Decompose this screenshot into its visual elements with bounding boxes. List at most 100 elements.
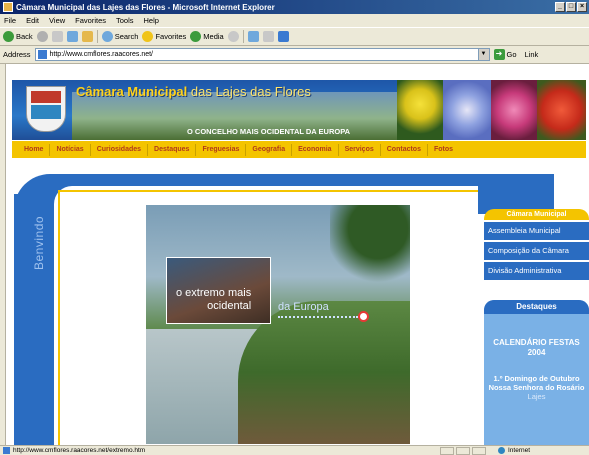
site-title: Câmara Municipal das Lajes das Flores bbox=[76, 84, 311, 99]
status-cell bbox=[456, 447, 470, 455]
page-icon bbox=[37, 50, 47, 59]
chevron-down-icon[interactable]: ▼ bbox=[477, 49, 489, 60]
edit-icon[interactable] bbox=[277, 31, 289, 42]
nav-economia[interactable]: Economia bbox=[292, 143, 339, 156]
nav-destaques[interactable]: Destaques bbox=[148, 143, 197, 156]
camara-menu-heading: Câmara Municipal bbox=[484, 209, 589, 220]
menu-edit[interactable]: Edit bbox=[26, 16, 39, 25]
site-banner: Câmara Municipal das Lajes das Flores O … bbox=[12, 80, 586, 140]
toolbar-separator bbox=[242, 30, 244, 43]
event-place: Lajes bbox=[527, 392, 546, 401]
photo-caption-line1: o extremo mais bbox=[176, 287, 252, 299]
zone-label: Internet bbox=[508, 447, 531, 454]
back-label: Back bbox=[16, 32, 33, 41]
forward-button[interactable] bbox=[36, 31, 48, 42]
mail-icon[interactable] bbox=[247, 31, 259, 42]
toolbar-separator bbox=[96, 30, 98, 43]
window-controls: _ □ × bbox=[555, 2, 587, 12]
search-label: Search bbox=[114, 32, 139, 41]
history-icon[interactable] bbox=[227, 31, 239, 42]
status-bar: http://www.cmflores.raacores.net/extremo… bbox=[0, 445, 589, 455]
star-icon bbox=[142, 31, 154, 42]
address-url: http://www.cmflores.raacores.net/ bbox=[49, 51, 153, 58]
media-button[interactable]: Media bbox=[190, 31, 224, 42]
divider-line bbox=[58, 190, 60, 445]
address-field[interactable]: http://www.cmflores.raacores.net/ ▼ bbox=[34, 48, 490, 61]
target-marker-icon bbox=[358, 311, 369, 322]
ie-icon bbox=[3, 2, 13, 12]
refresh-icon[interactable] bbox=[66, 31, 78, 42]
minimize-button[interactable]: _ bbox=[555, 2, 565, 12]
nav-servicos[interactable]: Serviços bbox=[339, 143, 381, 156]
photo-caption-blue: da Europa bbox=[278, 301, 329, 313]
flower-photo-pink bbox=[491, 80, 537, 140]
menu-tools[interactable]: Tools bbox=[116, 16, 134, 25]
status-cell bbox=[472, 447, 486, 455]
menu-view[interactable]: View bbox=[49, 16, 65, 25]
site-title-rest: das Lajes das Flores bbox=[187, 84, 311, 99]
event-text: 1.º Domingo de Outubro Nossa Senhora do … bbox=[488, 374, 585, 392]
link-divisao-administrativa[interactable]: Divisão Administrativa bbox=[484, 262, 589, 280]
window-title-bar: Câmara Municipal das Lajes das Flores - … bbox=[0, 0, 589, 14]
address-bar: Address http://www.cmflores.raacores.net… bbox=[0, 46, 589, 64]
menu-favorites[interactable]: Favorites bbox=[75, 16, 106, 25]
extremo-photo-link[interactable]: o extremo mais ocidental da Europa bbox=[146, 205, 410, 444]
status-cell bbox=[440, 447, 454, 455]
security-zone: Internet bbox=[498, 447, 530, 454]
nav-freguesias[interactable]: Freguesias bbox=[196, 143, 247, 156]
go-arrow-icon: ➜ bbox=[493, 49, 505, 60]
home-icon[interactable] bbox=[81, 31, 93, 42]
maximize-button[interactable]: □ bbox=[566, 2, 576, 12]
back-arrow-icon bbox=[3, 31, 14, 42]
flower-photo-red bbox=[537, 80, 586, 140]
status-text: http://www.cmflores.raacores.net/extremo… bbox=[13, 447, 146, 454]
nav-geografia[interactable]: Geografia bbox=[246, 143, 293, 156]
back-button[interactable]: Back bbox=[3, 31, 33, 42]
go-label: Go bbox=[506, 50, 517, 59]
menu-help[interactable]: Help bbox=[144, 16, 159, 25]
welcome-vertical-text: Benvindo bbox=[18, 208, 54, 288]
nav-noticias[interactable]: Notícias bbox=[50, 143, 91, 156]
address-label: Address bbox=[3, 50, 31, 59]
welcome-label: Benvindo bbox=[32, 215, 46, 270]
flower-photo-hydrangea bbox=[443, 80, 491, 140]
links-label[interactable]: Link bbox=[525, 50, 539, 59]
link-assembleia-municipal[interactable]: Assembleia Municipal bbox=[484, 222, 589, 240]
forward-arrow-icon bbox=[36, 31, 48, 42]
standard-toolbar: Back Search Favorites Media bbox=[0, 27, 589, 46]
municipal-crest bbox=[26, 86, 66, 132]
close-button[interactable]: × bbox=[577, 2, 587, 12]
print-icon[interactable] bbox=[262, 31, 274, 42]
media-icon bbox=[190, 31, 202, 42]
calendar-link[interactable]: CALENDÁRIO FESTAS 2004 bbox=[484, 338, 589, 358]
page-icon bbox=[3, 447, 10, 454]
status-cells bbox=[440, 447, 486, 455]
divider-line bbox=[58, 190, 478, 192]
stop-icon[interactable] bbox=[51, 31, 63, 42]
search-button[interactable]: Search bbox=[101, 31, 139, 42]
globe-icon bbox=[498, 447, 505, 454]
photo-caption-line2: ocidental bbox=[207, 300, 252, 312]
destaques-heading: Destaques bbox=[484, 300, 589, 314]
favorites-button[interactable]: Favorites bbox=[142, 31, 186, 42]
destaques-panel: Destaques CALENDÁRIO FESTAS 2004 1.º Dom… bbox=[484, 300, 589, 445]
menu-file[interactable]: File bbox=[4, 16, 16, 25]
nav-home[interactable]: Home bbox=[18, 143, 51, 156]
site-slogan: O CONCELHO MAIS OCIDENTAL DA EUROPA bbox=[187, 127, 351, 136]
photo-caption: o extremo mais ocidental bbox=[176, 287, 251, 313]
nav-contactos[interactable]: Contactos bbox=[381, 143, 428, 156]
search-icon bbox=[101, 31, 113, 42]
window-title: Câmara Municipal das Lajes das Flores - … bbox=[16, 2, 275, 12]
link-composicao-camara[interactable]: Composição da Câmara bbox=[484, 242, 589, 260]
media-label: Media bbox=[203, 32, 224, 41]
go-button[interactable]: ➜ Go bbox=[493, 49, 517, 60]
tree-foliage bbox=[330, 205, 410, 285]
nav-curiosidades[interactable]: Curiosidades bbox=[91, 143, 149, 156]
site-title-main: Câmara Municipal bbox=[76, 84, 188, 99]
flower-photo-yellow bbox=[397, 80, 443, 140]
dotted-line bbox=[278, 316, 358, 318]
menu-bar: File Edit View Favorites Tools Help bbox=[0, 14, 589, 27]
favorites-label: Favorites bbox=[155, 32, 187, 41]
nav-fotos[interactable]: Fotos bbox=[428, 144, 459, 156]
camara-menu: Câmara Municipal Assembleia Municipal Co… bbox=[484, 209, 589, 280]
